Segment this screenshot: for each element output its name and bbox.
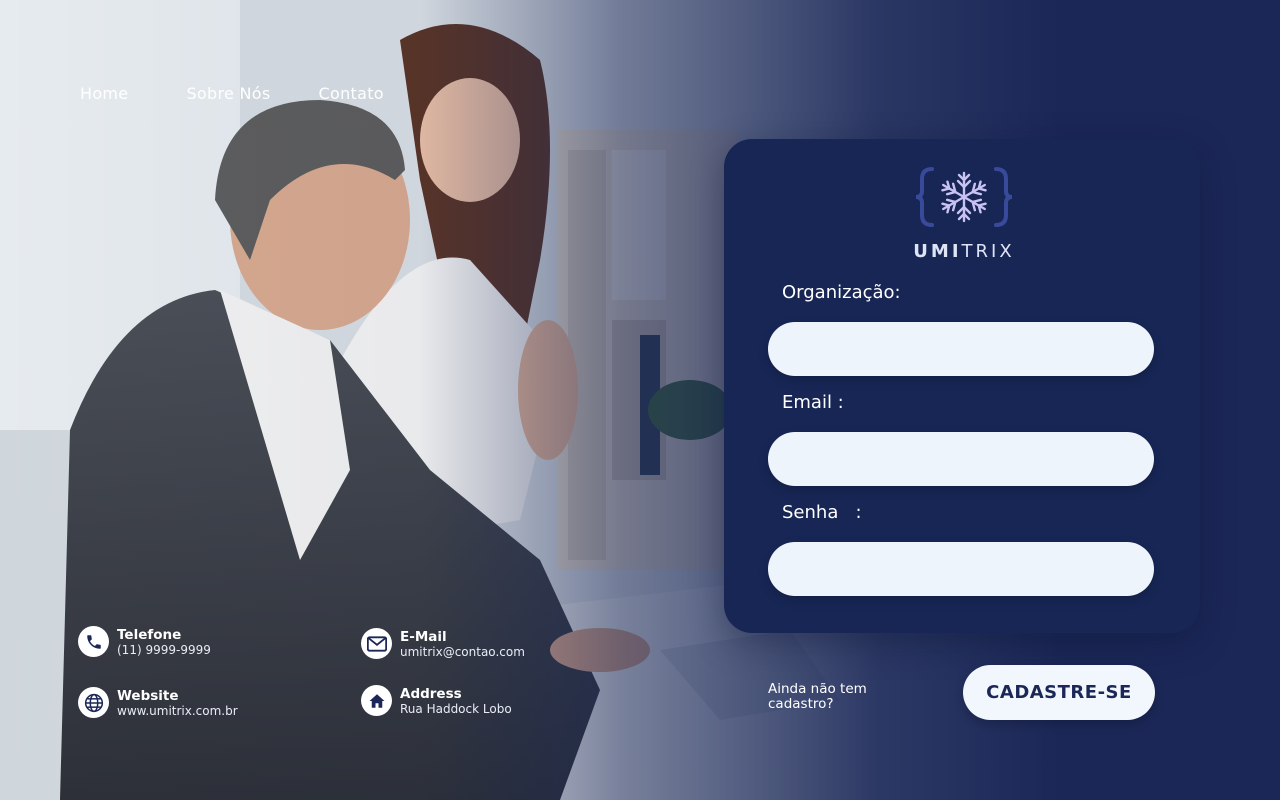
contact-website-title: Website — [117, 687, 179, 704]
nav-sobre-nos[interactable]: Sobre Nós — [186, 84, 270, 103]
snowflake-in-braces-icon — [915, 167, 1013, 227]
email-input[interactable] — [768, 432, 1154, 486]
contact-address-value: Rua Haddock Lobo — [400, 701, 512, 716]
signup-card: UMITRIX Organização: Email : Senha : — [724, 139, 1200, 633]
contact-phone-value: (11) 9999-9999 — [117, 642, 211, 657]
brand-name-light: TRIX — [961, 241, 1015, 262]
top-nav: Home Sobre Nós Contato — [80, 84, 384, 103]
password-label: Senha : — [782, 502, 862, 523]
contact-address: Address Rua Haddock Lobo — [361, 685, 512, 716]
home-icon — [361, 685, 392, 716]
organization-label: Organização: — [782, 282, 901, 303]
contact-phone-title: Telefone — [117, 626, 182, 643]
contact-email: E-Mail umitrix@contao.com — [361, 628, 525, 659]
globe-icon — [78, 687, 109, 718]
contact-email-value: umitrix@contao.com — [400, 644, 525, 659]
signup-question: Ainda não tem cadastro? — [768, 681, 867, 712]
nav-contato[interactable]: Contato — [319, 84, 384, 103]
contact-phone: Telefone (11) 9999-9999 — [78, 626, 211, 657]
phone-icon — [78, 626, 109, 657]
contact-email-title: E-Mail — [400, 628, 447, 645]
brand-name-bold: UMI — [913, 241, 962, 262]
signup-button[interactable]: CADASTRE-SE — [963, 665, 1155, 720]
contact-address-title: Address — [400, 685, 462, 702]
password-input[interactable] — [768, 542, 1154, 596]
contact-website-value[interactable]: www.umitrix.com.br — [117, 704, 238, 718]
contact-website: Website www.umitrix.com.br — [78, 687, 238, 718]
nav-home[interactable]: Home — [80, 84, 128, 103]
envelope-icon — [361, 628, 392, 659]
brand-name: UMITRIX — [724, 241, 1204, 262]
organization-input[interactable] — [768, 322, 1154, 376]
email-label: Email : — [782, 392, 844, 413]
